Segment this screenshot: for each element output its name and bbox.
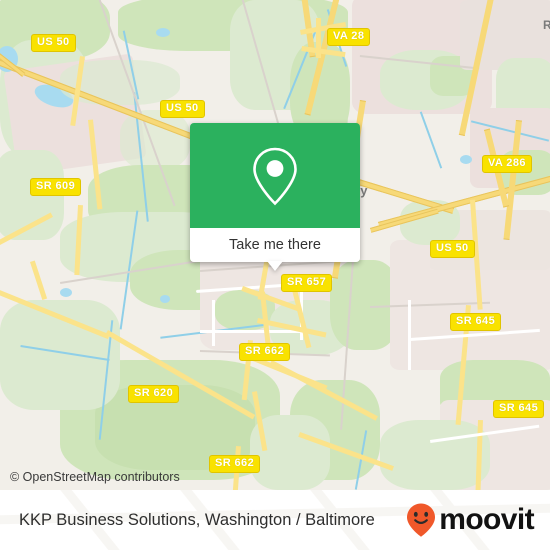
shield-us-50-e: US 50 — [430, 240, 475, 258]
take-me-there-label: Take me there — [229, 237, 321, 253]
shield-us-50-nw: US 50 — [31, 34, 76, 52]
shield-va-286: VA 286 — [482, 155, 532, 173]
shield-sr-620: SR 620 — [128, 385, 180, 403]
shield-sr-662-n: SR 662 — [239, 343, 291, 361]
map-water-body — [460, 155, 472, 164]
location-popup-card[interactable]: Take me there — [190, 123, 360, 271]
map-vegetation-patch — [380, 420, 490, 490]
popup-header — [190, 123, 360, 228]
take-me-there-button[interactable]: Take me there — [190, 228, 360, 262]
popup-pointer-tail — [267, 261, 283, 271]
moovit-logo[interactable]: moovit — [405, 502, 535, 538]
map-water-body — [60, 288, 72, 297]
map-place-label: R — [543, 18, 550, 32]
map-minor-road — [212, 300, 215, 346]
moovit-location-card: lly R US 50 US 50 VA 28 VA 286 SR 609 US… — [0, 0, 550, 550]
shield-us-50-n: US 50 — [160, 100, 205, 118]
map-water-body — [156, 28, 170, 37]
shield-sr-657: SR 657 — [281, 274, 333, 292]
footer-bar: KKP Business Solutions, Washington / Bal… — [0, 490, 550, 550]
map-canvas[interactable]: lly R US 50 US 50 VA 28 VA 286 SR 609 US… — [0, 0, 550, 490]
shield-va-28: VA 28 — [327, 28, 371, 46]
map-minor-road — [408, 300, 411, 370]
osm-attribution[interactable]: © OpenStreetMap contributors — [10, 470, 180, 484]
map-highway-interchange — [316, 18, 321, 58]
shield-sr-645-n: SR 645 — [450, 313, 502, 331]
shield-sr-662-s: SR 662 — [209, 455, 261, 473]
shield-sr-609: SR 609 — [30, 178, 82, 196]
map-road-link — [30, 260, 48, 301]
shield-sr-645-s: SR 645 — [493, 400, 545, 418]
map-water-body — [160, 295, 170, 303]
map-pin-icon — [253, 147, 297, 205]
moovit-wordmark: moovit — [439, 503, 534, 536]
map-stream — [419, 111, 443, 169]
location-title: KKP Business Solutions, Washington / Bal… — [19, 510, 375, 529]
moovit-smiley-pin-icon — [407, 503, 436, 537]
